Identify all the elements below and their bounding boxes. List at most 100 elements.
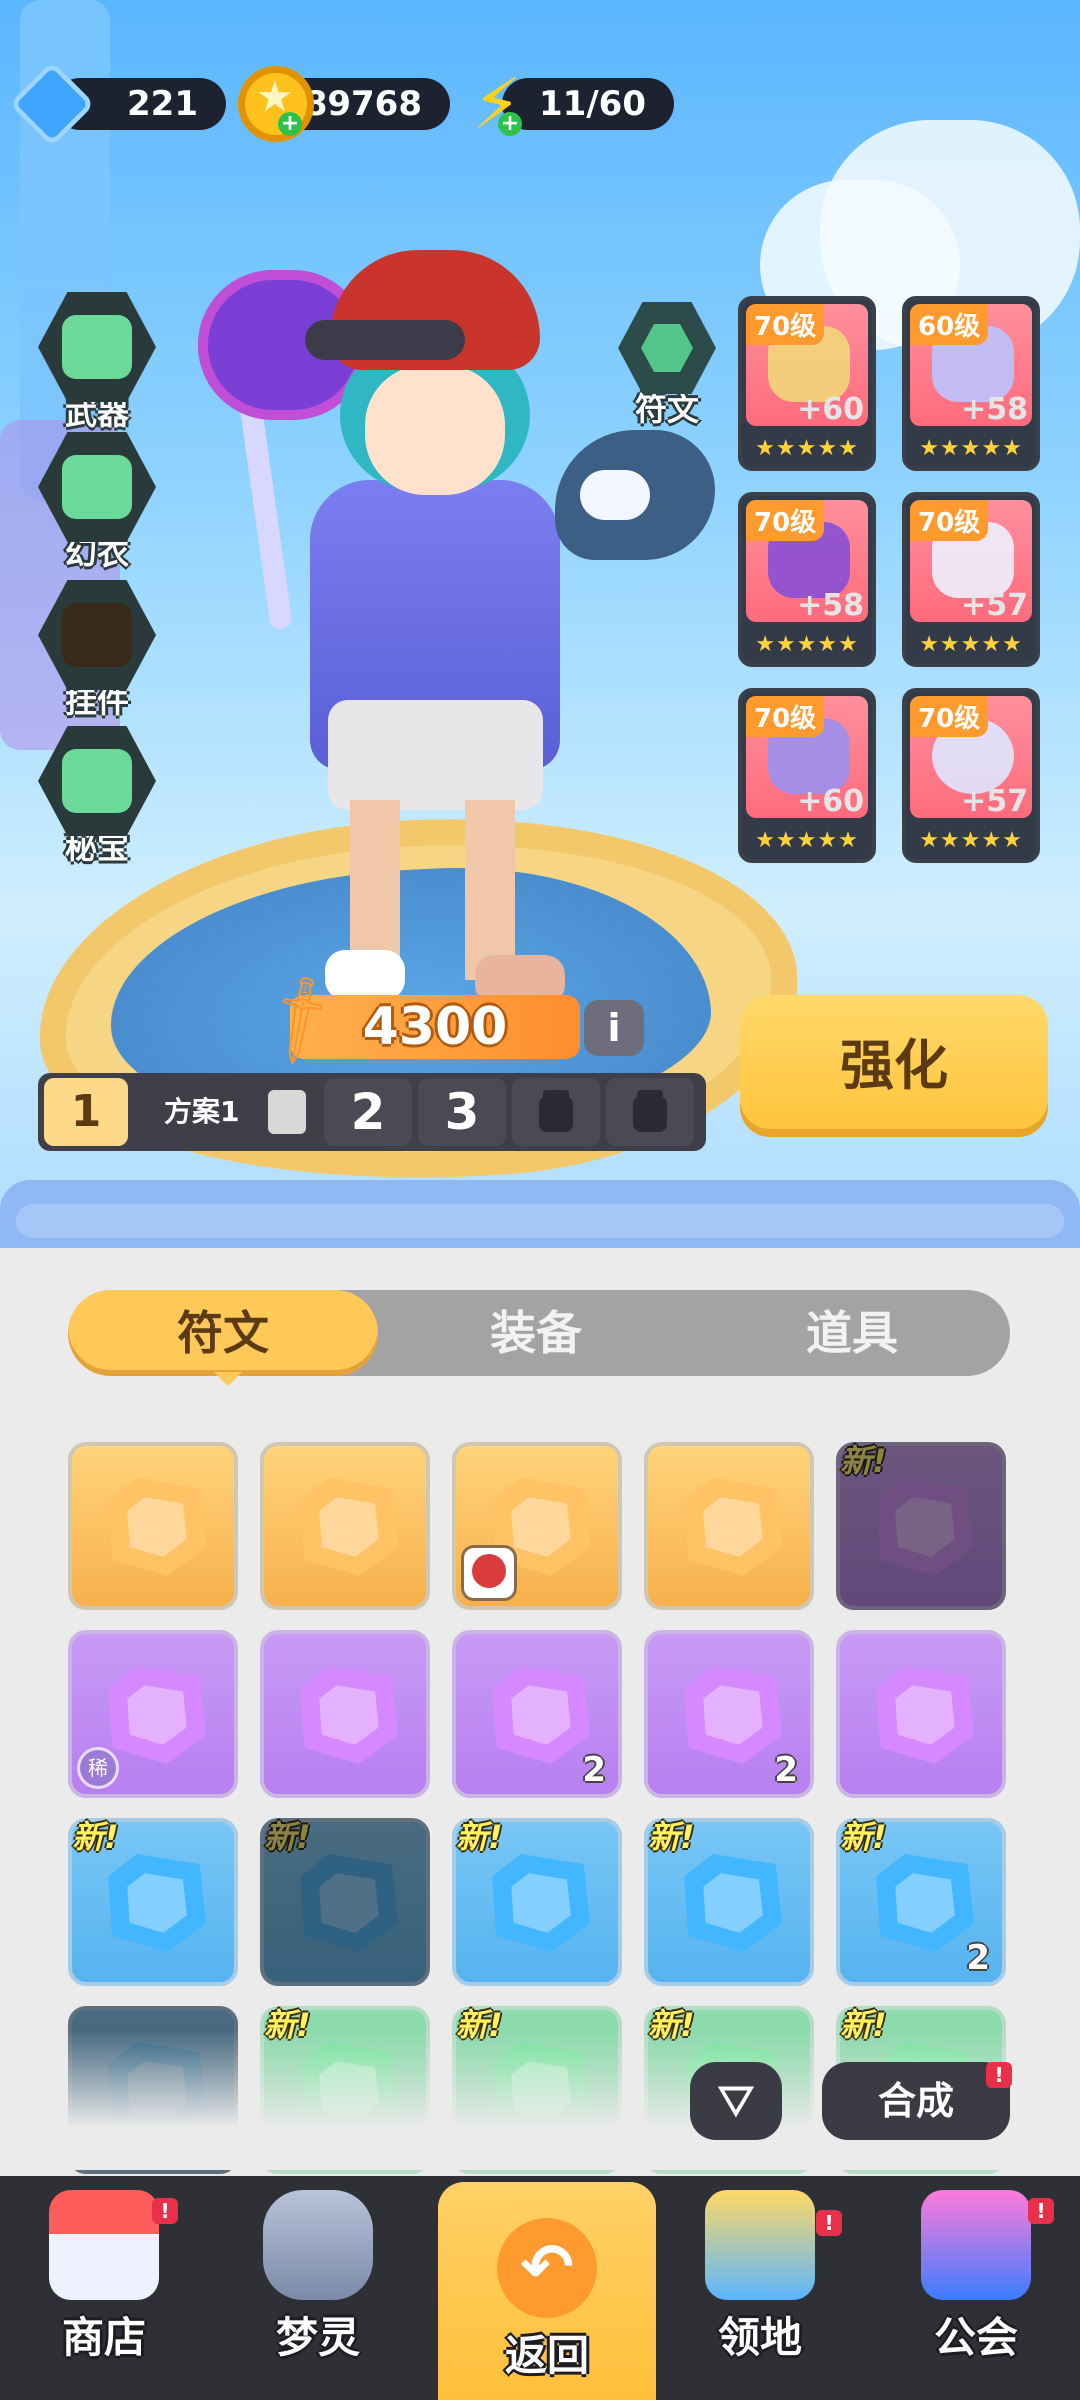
rune-gem-icon <box>492 1854 590 1952</box>
equip-slot-bracer[interactable]: 70级 +58 ★★★★★ <box>738 492 876 667</box>
new-badge: 新! <box>72 1818 119 1856</box>
tab-items[interactable]: 道具 <box>694 1290 1010 1376</box>
equip-plus: +60 <box>797 392 864 427</box>
coin-icon <box>238 66 314 142</box>
stamina-count: 11/60 <box>538 84 646 124</box>
rune-item[interactable]: 新! <box>260 1818 430 1986</box>
rune-item[interactable]: 新! 2 <box>836 1818 1006 1986</box>
rune-item[interactable] <box>260 1442 430 1610</box>
equip-plus: +60 <box>797 784 864 819</box>
rune-item[interactable]: 新! <box>452 1818 622 1986</box>
rune-gem-icon <box>876 1666 974 1764</box>
plan-slot-1[interactable]: 1 <box>44 1078 128 1146</box>
add-stamina-icon[interactable]: + <box>498 112 522 136</box>
rune-item[interactable]: 新! <box>644 1818 814 1986</box>
item-count: 2 <box>774 1750 798 1790</box>
guild-icon <box>921 2190 1031 2300</box>
star-rating: ★★★★★ <box>755 436 859 461</box>
equip-plus: +57 <box>961 784 1028 819</box>
nav-return[interactable]: ↶ 返回 <box>438 2182 656 2400</box>
equip-plus: +58 <box>797 588 864 623</box>
gem-count: 221 <box>127 84 198 124</box>
hammer-icon <box>38 292 156 402</box>
power-info-button[interactable]: i <box>584 1000 644 1056</box>
rune-item[interactable] <box>68 1442 238 1610</box>
rune-item[interactable] <box>260 1630 430 1798</box>
robot-icon <box>263 2190 373 2300</box>
rune-gem-icon <box>300 1478 398 1576</box>
alert-badge: ! <box>816 2210 842 2236</box>
new-badge: 新! <box>456 1818 503 1856</box>
nav-weapon[interactable]: 武器 <box>32 292 162 434</box>
equip-level: 70级 <box>910 696 989 737</box>
edit-icon[interactable] <box>268 1090 306 1134</box>
shop-icon <box>49 2190 159 2300</box>
lock-icon <box>633 1096 667 1132</box>
star-rating: ★★★★★ <box>919 632 1023 657</box>
rune-gem-icon <box>684 1854 782 1952</box>
rune-hex-icon <box>618 302 716 394</box>
item-count: 2 <box>966 1938 990 1978</box>
rune-item[interactable] <box>836 1630 1006 1798</box>
rune-button[interactable]: 符文 <box>612 302 722 430</box>
equip-slot-jacket[interactable]: 60级 +58 ★★★★★ <box>902 296 1040 471</box>
rune-gem-icon <box>300 1666 398 1764</box>
plan-slot-3[interactable]: 3 <box>418 1078 506 1146</box>
equip-slot-orb[interactable]: 70级 +57 ★★★★★ <box>902 688 1040 863</box>
equip-level: 70级 <box>910 500 989 541</box>
new-badge: 新! <box>840 1442 887 1480</box>
plan-slot-locked[interactable] <box>512 1078 600 1146</box>
nav-pendant[interactable]: 挂件 <box>32 580 162 722</box>
nav-dream-spirit[interactable]: 梦灵 <box>218 2190 418 2400</box>
rune-item[interactable] <box>452 1442 622 1610</box>
enhance-button[interactable]: 强化 <box>740 995 1048 1137</box>
rune-gem-icon <box>876 1854 974 1952</box>
nav-dream-spirit-label: 梦灵 <box>275 2313 360 2362</box>
equip-slot-shoes[interactable]: 70级 +60 ★★★★★ <box>738 688 876 863</box>
lightning-icon: ⚡ <box>472 63 522 145</box>
rune-item[interactable]: 稀 <box>68 1630 238 1798</box>
rune-item[interactable] <box>644 1442 814 1610</box>
rune-gem-icon <box>108 1666 206 1764</box>
rune-item[interactable]: 新! <box>836 1442 1006 1610</box>
rune-gem-icon <box>108 1478 206 1576</box>
filter-button[interactable]: ⛛ <box>690 2062 782 2140</box>
tab-rune[interactable]: 符文 <box>68 1290 378 1376</box>
star-rating: ★★★★★ <box>755 632 859 657</box>
rune-item[interactable]: 2 <box>452 1630 622 1798</box>
game-screen: 221 89768 + 11/60 ⚡ + 武器 幻衣 挂件 秘宝 <box>0 0 1080 2400</box>
star-rating: ★★★★★ <box>919 828 1023 853</box>
equip-plus: +58 <box>961 392 1028 427</box>
item-count: 2 <box>582 1750 606 1790</box>
tab-equipment[interactable]: 装备 <box>378 1290 694 1376</box>
equipped-avatar-icon <box>464 1548 514 1598</box>
territory-icon <box>705 2190 815 2300</box>
lock-icon <box>539 1096 573 1132</box>
equip-level: 70级 <box>746 304 825 345</box>
equip-level: 70级 <box>746 696 825 737</box>
add-coins-icon[interactable]: + <box>278 112 302 136</box>
combine-button[interactable]: 合成 <box>822 2062 1010 2140</box>
rune-item[interactable]: 2 <box>644 1630 814 1798</box>
nav-territory-label: 领地 <box>717 2313 802 2362</box>
plan-slot-2[interactable]: 2 <box>324 1078 412 1146</box>
shirt-icon <box>38 432 156 542</box>
nav-treasure[interactable]: 秘宝 <box>32 726 162 868</box>
new-badge: 新! <box>840 1818 887 1856</box>
rune-gem-icon <box>684 1666 782 1764</box>
plan-slot-locked[interactable] <box>606 1078 694 1146</box>
rune-item[interactable]: 新! <box>68 1818 238 1986</box>
equip-level: 60级 <box>910 304 989 345</box>
equip-slot-shorts[interactable]: 70级 +57 ★★★★★ <box>902 492 1040 667</box>
rune-gem-icon <box>492 1666 590 1764</box>
equip-slot-helmet[interactable]: 70级 +60 ★★★★★ <box>738 296 876 471</box>
nav-shop-label: 商店 <box>61 2313 146 2362</box>
rune-gem-icon <box>684 1478 782 1576</box>
filter-icon: ⛛ <box>716 2074 756 2128</box>
return-icon: ↶ <box>497 2218 597 2318</box>
nav-costume[interactable]: 幻衣 <box>32 432 162 574</box>
nav-guild-label: 公会 <box>933 2313 1018 2362</box>
panel-header <box>0 1180 1080 1250</box>
new-badge: 新! <box>264 1818 311 1856</box>
pendant-icon <box>38 580 156 690</box>
